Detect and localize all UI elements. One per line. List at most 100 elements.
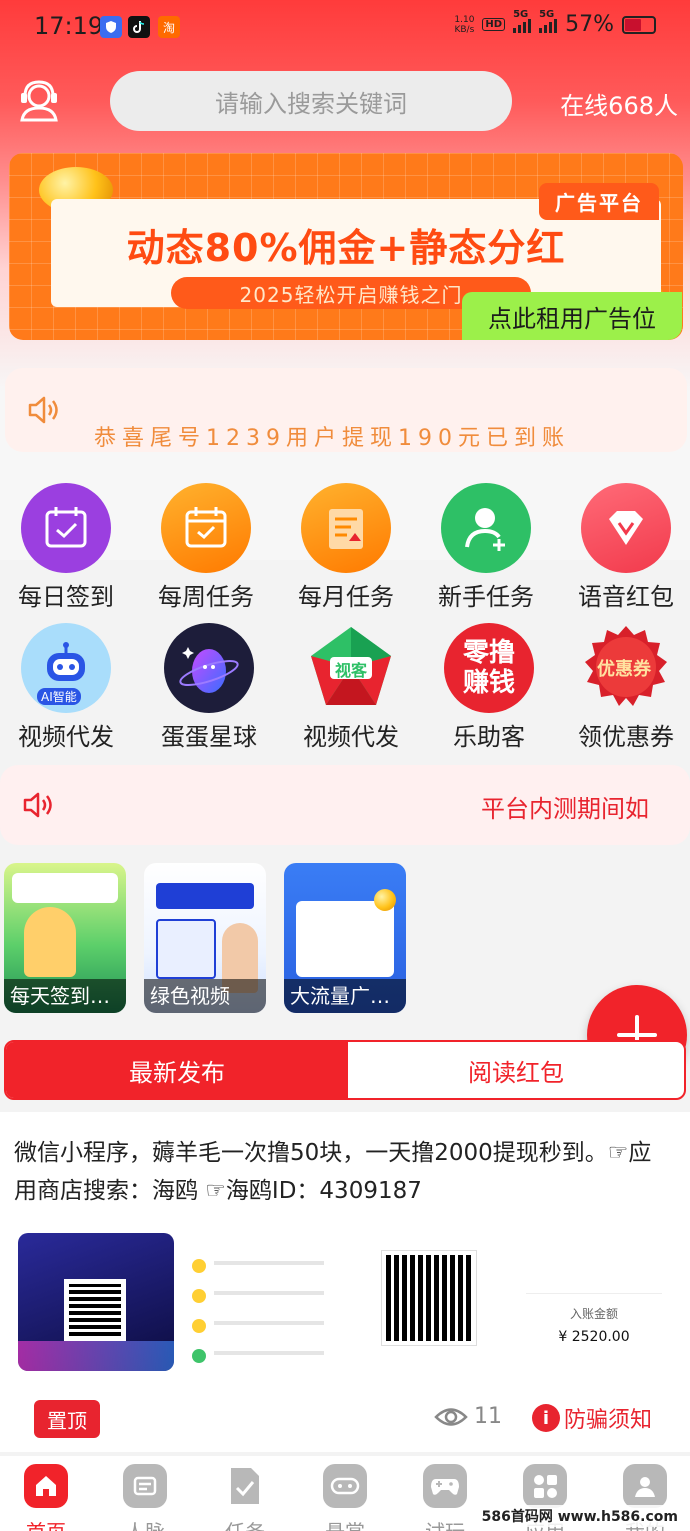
gamepad-icon: [323, 1464, 367, 1508]
site-watermark: 586首码网 www.h586.com: [477, 1505, 682, 1527]
planet-egg-icon: [164, 623, 254, 713]
user-add-icon: [441, 483, 531, 573]
battery-percent: 57%: [565, 12, 614, 37]
nav-home[interactable]: 首页: [0, 1456, 95, 1531]
grid-video-publish-2[interactable]: 视客 视频代发: [282, 623, 420, 752]
post-image-list[interactable]: [180, 1233, 342, 1371]
thumb-title-plate: [156, 883, 254, 909]
grid-monthly-task[interactable]: 每月任务: [277, 483, 415, 612]
nav-contacts[interactable]: 人脉: [96, 1456, 194, 1531]
profile-icon: [623, 1464, 667, 1508]
banner-headline: 动态80%佣金+静态分红: [126, 226, 566, 270]
view-count-value: 11: [474, 1404, 502, 1429]
status-bar: 17:19 淘 1.10 KB/s HD 5G 5G 57%: [0, 0, 690, 56]
speaker-icon: [22, 791, 56, 819]
thumb-title-plate: [12, 873, 118, 903]
grid-weekly-task[interactable]: 每周任务: [137, 483, 275, 612]
thumb-info-card: [296, 901, 394, 977]
nav-label: 任务: [196, 1516, 294, 1531]
grid-label: 每日签到: [18, 583, 114, 611]
controller-icon: [423, 1464, 467, 1508]
thumb-green-video[interactable]: 绿色视频: [144, 863, 266, 1013]
thumb-signin[interactable]: 每天签到…: [4, 863, 126, 1013]
diamond-icon: [581, 483, 671, 573]
thumb-caption: 大流量广…: [284, 979, 406, 1013]
apps-icon: [523, 1464, 567, 1508]
signal-2-icon: 5G: [539, 9, 558, 33]
feed-tabs: 最新发布 阅读红包: [4, 1040, 686, 1100]
grid-label: 每周任务: [158, 583, 254, 611]
coin-icon: [374, 889, 396, 911]
pinned-badge: 置顶: [34, 1400, 100, 1438]
grid-label: 蛋蛋星球: [161, 723, 257, 751]
list-line: [214, 1261, 324, 1265]
thumb-caption: 每天签到…: [4, 979, 126, 1013]
nav-label: 人脉: [96, 1516, 194, 1531]
receipt-divider: [526, 1293, 662, 1294]
speaker-icon: [27, 395, 63, 425]
customer-service-icon[interactable]: [16, 78, 62, 124]
grid-label: 领优惠券: [578, 723, 674, 751]
list-dot: [192, 1319, 206, 1333]
thumb-info-card: [156, 919, 216, 979]
thumb-traffic-ad[interactable]: 大流量广…: [284, 863, 406, 1013]
zero-earn-icon: 零撸 赚钱: [444, 623, 534, 713]
grid-coupon[interactable]: 优惠券 领优惠券: [557, 623, 690, 752]
list-line: [214, 1291, 324, 1295]
tab-read-redpacket[interactable]: 阅读红包: [348, 1042, 684, 1098]
tab-latest[interactable]: 最新发布: [6, 1042, 348, 1098]
grid-label: 视频代发: [303, 723, 399, 751]
zero-earn-line2: 赚钱: [462, 668, 515, 698]
taobao-app-icon: 淘: [158, 16, 180, 38]
shield-app-icon: [100, 16, 122, 38]
fraud-notice-link[interactable]: i 防骗须知: [532, 1402, 652, 1434]
list-dot: [192, 1259, 206, 1273]
nav-bounty[interactable]: 悬赏: [296, 1456, 394, 1531]
zero-earn-line1: 零撸: [462, 638, 515, 668]
coupon-seal-icon: 优惠券: [581, 623, 671, 713]
grid-label: 视频代发: [18, 723, 114, 751]
receipt-amount: ¥ 2520.00: [558, 1329, 630, 1345]
post-image-qr-1[interactable]: [18, 1233, 174, 1371]
thumb-figure: [24, 907, 76, 977]
grid-label: 每月任务: [298, 583, 394, 611]
grid-label: 乐助客: [453, 723, 525, 751]
ai-badge: AI智能: [37, 688, 81, 705]
receipt-title: 入账金额: [569, 1307, 618, 1321]
neon-glow: [18, 1341, 174, 1371]
rent-ad-button[interactable]: 点此租用广告位: [462, 292, 682, 340]
grid-voice-redpacket[interactable]: 语音红包: [557, 483, 690, 612]
pentagon-badge: 视客: [334, 661, 367, 680]
post-text: 微信小程序，薅羊毛一次撸50块，一天撸2000提现秒到。☞应用商店搜索：海鸥 ☞…: [14, 1140, 652, 1204]
grid-newbie-task[interactable]: 新手任务: [417, 483, 555, 612]
grid-lezhuke[interactable]: 零撸 赚钱 乐助客: [420, 623, 558, 752]
qr-code-icon: [64, 1279, 126, 1341]
coupon-badge: 优惠券: [597, 659, 651, 680]
withdraw-notice-text: 恭喜尾号1239用户提现190元已到账: [94, 426, 570, 451]
battery-icon: [622, 15, 656, 34]
list-line: [214, 1351, 324, 1355]
post-image-qr-2[interactable]: [350, 1233, 506, 1371]
platform-notice: 平台内测期间如: [0, 765, 690, 845]
platform-notice-text: 平台内测期间如: [481, 795, 649, 823]
eye-icon: [434, 1407, 468, 1426]
status-time: 17:19: [34, 12, 104, 40]
nav-tasks[interactable]: 任务: [196, 1456, 294, 1531]
tiktok-app-icon: [128, 16, 150, 38]
banner-tag: 广告平台: [539, 183, 659, 220]
grid-video-publish-1[interactable]: AI智能 视频代发: [0, 623, 135, 752]
view-count: 11: [434, 1404, 502, 1429]
contacts-icon: [123, 1464, 167, 1508]
grid-label: 语音红包: [578, 583, 674, 611]
calendar-check-icon: [21, 483, 111, 573]
qr-code-icon: [381, 1250, 477, 1346]
post-image-receipt[interactable]: 入账金额 ¥ 2520.00: [514, 1233, 674, 1371]
grid-daily-signin[interactable]: 每日签到: [0, 483, 135, 612]
search-input[interactable]: 请输入搜索关键词: [110, 71, 512, 131]
grid-egg-planet[interactable]: 蛋蛋星球: [140, 623, 278, 752]
hd-voice-badge: HD: [482, 18, 506, 31]
nav-label: 悬赏: [296, 1516, 394, 1531]
list-dot: [192, 1289, 206, 1303]
task-icon: [223, 1464, 267, 1508]
fraud-notice-label: 防骗须知: [564, 1408, 653, 1433]
